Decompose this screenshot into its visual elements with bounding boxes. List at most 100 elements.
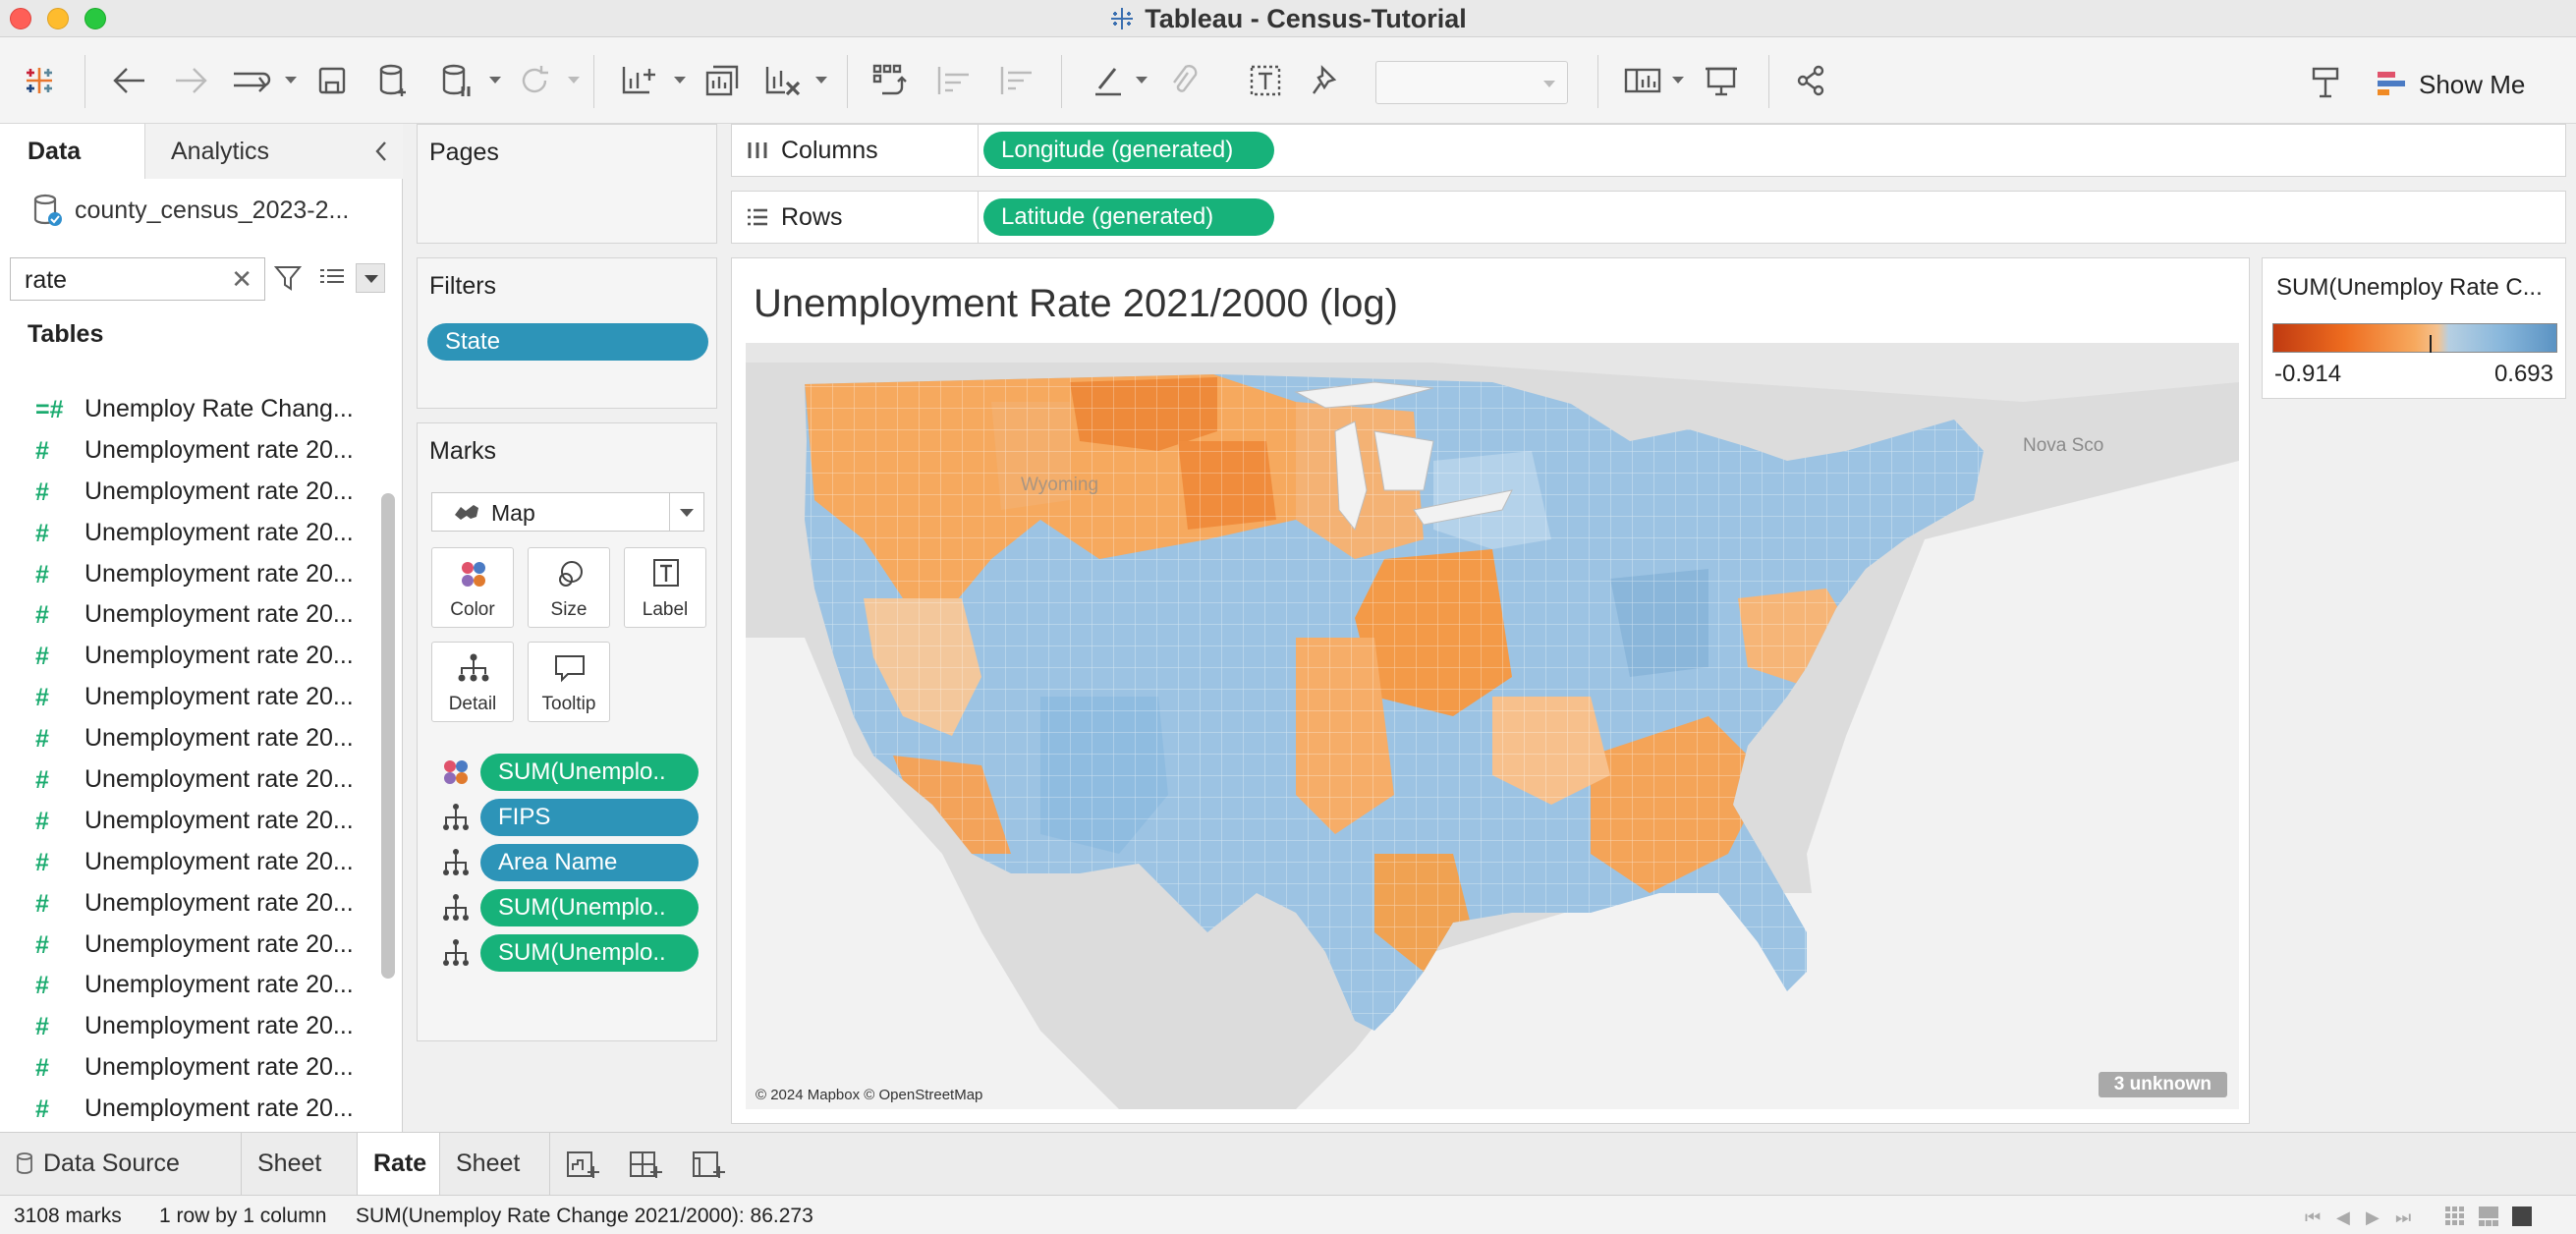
columns-shelf[interactable]: Columns Longitude (generated) [731, 124, 2566, 177]
highlight-dropdown-caret[interactable] [1136, 77, 1148, 84]
tab-sheet-2[interactable]: Sheet 2 [440, 1133, 550, 1234]
replay-dropdown-caret[interactable] [285, 77, 297, 84]
mark-pill-sum-1[interactable]: SUM(Unemplo.. [480, 889, 699, 926]
view-title[interactable]: Unemployment Rate 2021/2000 (log) [754, 282, 1398, 326]
field-item[interactable]: # Unemployment rate 20... [0, 963, 377, 1004]
label-mark-button[interactable]: Label [624, 547, 706, 628]
color-mark-button[interactable]: Color [431, 547, 514, 628]
new-worksheet-icon[interactable] [617, 61, 662, 100]
field-list-scrollbar[interactable] [381, 493, 395, 979]
size-label: Size [550, 599, 588, 620]
tableau-logo-icon[interactable] [20, 61, 59, 100]
tab-data-source[interactable]: Data Source [0, 1133, 242, 1195]
rows-shelf[interactable]: Rows Latitude (generated) [731, 191, 2566, 244]
show-me-button[interactable]: Show Me [2376, 67, 2525, 102]
field-search-input[interactable]: rate ✕ [10, 257, 265, 301]
field-item[interactable]: # Unemployment rate 20... [0, 757, 377, 799]
mark-pill-fips[interactable]: FIPS [480, 799, 699, 836]
swap-icon[interactable] [868, 61, 912, 100]
filmstrip-view-icon[interactable] [2478, 1206, 2499, 1227]
clear-search-icon[interactable]: ✕ [231, 264, 252, 295]
field-item[interactable]: =# Unemploy Rate Chang... [0, 387, 377, 428]
color-legend[interactable]: SUM(Unemploy Rate C... -0.914 0.693 [2262, 257, 2566, 399]
mark-pill-color[interactable]: SUM(Unemplo.. [480, 754, 699, 791]
redo-icon[interactable] [169, 61, 214, 100]
filter-fields-icon[interactable] [273, 263, 303, 298]
grid-view-icon[interactable] [2444, 1206, 2466, 1227]
refresh-icon[interactable] [515, 61, 554, 100]
filters-card[interactable]: Filters State [417, 257, 717, 409]
first-sheet-icon[interactable]: ⏮ [2305, 1207, 2321, 1228]
field-item[interactable]: # Unemployment rate 20... [0, 592, 377, 634]
field-item[interactable]: # Unemployment rate 20... [0, 428, 377, 470]
field-item[interactable]: # Unemployment rate 20... [0, 675, 377, 716]
field-item[interactable]: # Unemployment rate 20... [0, 840, 377, 881]
new-worksheet-icon[interactable] [564, 1147, 601, 1182]
tab-sheet-1[interactable]: Sheet 1 [242, 1133, 358, 1234]
field-item[interactable]: # Unemployment rate 20... [0, 799, 377, 840]
datasource-item[interactable]: county_census_2023-2... [31, 191, 349, 230]
map-svg[interactable]: Nova Sco Wyoming [746, 343, 2239, 1109]
new-worksheet-dropdown-caret[interactable] [674, 77, 686, 84]
pause-dropdown-caret[interactable] [489, 77, 501, 84]
view-list-icon[interactable] [318, 267, 346, 294]
tooltip-signpost-icon[interactable] [2307, 61, 2346, 100]
clear-dropdown-caret[interactable] [815, 77, 827, 84]
new-story-icon[interactable] [690, 1147, 727, 1182]
mark-pill-sum-2[interactable]: SUM(Unemplo.. [480, 934, 699, 972]
prev-sheet-icon[interactable]: ◀ [2336, 1207, 2350, 1228]
fix-axes-icon[interactable] [1307, 61, 1346, 100]
field-item[interactable]: # Unemployment rate 20... [0, 923, 377, 964]
view-options-dropdown[interactable] [356, 263, 385, 293]
data-pane: Data Analytics county_census_2023-2... r… [0, 124, 403, 1132]
field-item[interactable]: # Unemployment rate 20... [0, 1004, 377, 1045]
refresh-dropdown-caret[interactable] [568, 77, 580, 84]
unknown-badge[interactable]: 3 unknown [2098, 1072, 2227, 1097]
show-cards-dropdown-caret[interactable] [1672, 77, 1684, 84]
field-item[interactable]: # Unemployment rate 20... [0, 634, 377, 675]
detail-mark-button[interactable]: Detail [431, 642, 514, 722]
clear-icon[interactable] [760, 61, 806, 100]
field-item[interactable]: # Unemployment rate 20... [0, 881, 377, 923]
columns-pill-longitude[interactable]: Longitude (generated) [983, 132, 1274, 169]
tabs-view-icon[interactable] [2511, 1206, 2533, 1227]
tab-rate[interactable]: Rate [358, 1133, 440, 1195]
replay-icon[interactable] [228, 61, 275, 100]
collapse-pane-icon[interactable] [373, 140, 389, 170]
size-mark-button[interactable]: Size [528, 547, 610, 628]
mark-pill-area-name[interactable]: Area Name [480, 844, 699, 881]
pages-card[interactable]: Pages [417, 124, 717, 244]
field-item[interactable]: # Unemployment rate 20... [0, 470, 377, 511]
field-item[interactable]: # Unemployment rate 20... [0, 716, 377, 757]
group-icon[interactable] [1163, 61, 1203, 100]
save-icon[interactable] [312, 61, 352, 100]
tab-data[interactable]: Data [0, 124, 145, 179]
sort-descending-icon[interactable] [994, 61, 1037, 100]
label-icon[interactable] [1246, 61, 1285, 100]
fit-dropdown[interactable] [1375, 61, 1568, 104]
presentation-icon[interactable] [1700, 61, 1743, 100]
tooltip-mark-button[interactable]: Tooltip [528, 642, 610, 722]
field-item[interactable]: # Unemployment rate 20... [0, 552, 377, 593]
undo-icon[interactable] [106, 61, 151, 100]
new-dashboard-icon[interactable] [627, 1147, 664, 1182]
field-item[interactable]: # Unemployment rate 20... [0, 511, 377, 552]
mark-type-dropdown[interactable]: Map [431, 492, 704, 532]
share-icon[interactable] [1792, 61, 1831, 100]
new-datasource-icon[interactable] [373, 61, 413, 100]
toolbar-separator [1768, 55, 1769, 108]
sort-ascending-icon[interactable] [931, 61, 975, 100]
filter-pill-state[interactable]: State [427, 323, 708, 361]
field-item[interactable]: # Unemployment rate 20... [0, 1045, 377, 1087]
map-attribution[interactable]: © 2024 Mapbox © OpenStreetMap [756, 1087, 982, 1103]
map-canvas[interactable]: Nova Sco Wyoming © 2024 Mapbox © OpenStr… [746, 343, 2239, 1109]
tab-analytics[interactable]: Analytics [145, 124, 403, 179]
field-item[interactable]: # Unemployment rate 20... [0, 1087, 377, 1128]
duplicate-icon[interactable] [701, 61, 743, 100]
rows-pill-latitude[interactable]: Latitude (generated) [983, 198, 1274, 236]
pause-updates-icon[interactable] [436, 61, 476, 100]
next-sheet-icon[interactable]: ▶ [2366, 1207, 2380, 1228]
show-cards-icon[interactable] [1621, 61, 1664, 100]
highlight-icon[interactable] [1089, 61, 1128, 100]
last-sheet-icon[interactable]: ⏭ [2395, 1207, 2411, 1228]
